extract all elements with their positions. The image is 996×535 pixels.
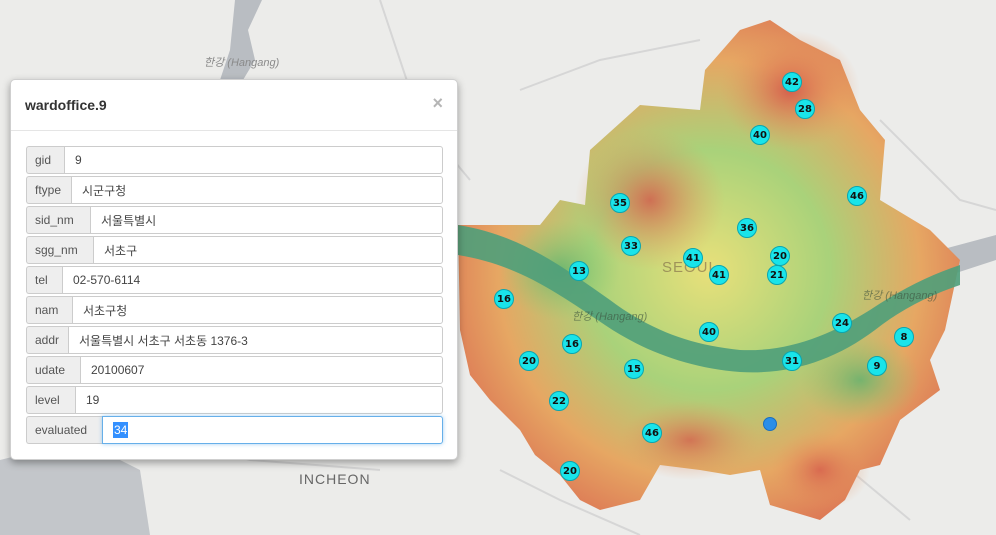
ward-marker[interactable]: 33	[621, 236, 641, 256]
ward-marker[interactable]: 35	[610, 193, 630, 213]
ward-marker[interactable]: 31	[782, 351, 802, 371]
field-value-text: 서울특별시	[101, 213, 157, 228]
mountain-south	[620, 400, 760, 480]
field-value-input[interactable]: 34	[102, 416, 443, 444]
field-value-input[interactable]: 서초구	[93, 236, 443, 264]
popup-header: wardoffice.9 ×	[11, 80, 457, 131]
ward-marker[interactable]: 46	[847, 186, 867, 206]
ward-marker[interactable]: 15	[624, 359, 644, 379]
field-label: nam	[26, 296, 72, 324]
field-value-input[interactable]: 19	[75, 386, 443, 414]
field-row-nam: nam 서초구청	[26, 296, 443, 324]
field-value-text: 서초구청	[83, 303, 128, 318]
river-label-mid: 한강 (Hangang)	[572, 311, 648, 323]
ward-marker[interactable]: 22	[549, 391, 569, 411]
feature-popup: wardoffice.9 × gid 9 ftype 시군구청 sid_nm 서울특별시 s…	[10, 79, 458, 460]
city-label-incheon: INCHEON	[299, 471, 371, 487]
location-marker[interactable]	[763, 417, 777, 431]
ward-marker[interactable]: 28	[795, 99, 815, 119]
field-value-text: 02-570-6114	[73, 273, 141, 287]
field-label: tel	[26, 266, 62, 294]
field-value-text: 서울특별시 서초구 서초동 1376-3	[79, 333, 248, 348]
field-value-input[interactable]: 20100607	[80, 356, 443, 384]
field-value-input[interactable]: 서울특별시	[90, 206, 443, 234]
field-row-sid_nm: sid_nm 서울특별시	[26, 206, 443, 234]
ward-marker[interactable]: 41	[683, 248, 703, 268]
ward-marker[interactable]: 16	[562, 334, 582, 354]
close-icon[interactable]: ×	[432, 93, 443, 114]
field-row-gid: gid 9	[26, 146, 443, 174]
field-value-text: 19	[86, 393, 100, 407]
ward-marker[interactable]: 16	[494, 289, 514, 309]
ward-marker[interactable]: 46	[642, 423, 662, 443]
field-label: ftype	[26, 176, 71, 204]
field-label: sid_nm	[26, 206, 90, 234]
ward-marker[interactable]: 41	[709, 265, 729, 285]
field-value-input[interactable]: 시군구청	[71, 176, 443, 204]
field-value-text: 시군구청	[82, 183, 127, 198]
field-label: level	[26, 386, 75, 414]
river-label-right: 한강 (Hangang)	[862, 290, 938, 302]
field-value-input[interactable]: 서울특별시 서초구 서초동 1376-3	[68, 326, 443, 354]
field-label: gid	[26, 146, 64, 174]
field-value-text: 9	[75, 153, 82, 167]
ward-marker[interactable]: 42	[782, 72, 802, 92]
mountain-southeast	[770, 430, 870, 510]
ward-marker[interactable]: 21	[767, 265, 787, 285]
field-row-addr: addr 서울특별시 서초구 서초동 1376-3	[26, 326, 443, 354]
field-value-input[interactable]: 9	[64, 146, 443, 174]
ward-marker[interactable]: 20	[519, 351, 539, 371]
field-row-evaluated: evaluated 34	[26, 416, 443, 444]
ward-marker[interactable]: 40	[699, 322, 719, 342]
field-row-udate: udate 20100607	[26, 356, 443, 384]
field-value-text: 서초구	[104, 243, 138, 258]
field-label: addr	[26, 326, 68, 354]
field-row-sgg_nm: sgg_nm 서초구	[26, 236, 443, 264]
river-label-top: 한강 (Hangang)	[204, 57, 280, 69]
ward-marker[interactable]: 9	[867, 356, 887, 376]
ward-marker[interactable]: 20	[770, 246, 790, 266]
field-label: evaluated	[26, 416, 102, 444]
field-row-tel: tel 02-570-6114	[26, 266, 443, 294]
ward-marker[interactable]: 13	[569, 261, 589, 281]
field-label: udate	[26, 356, 80, 384]
field-label: sgg_nm	[26, 236, 93, 264]
field-value-input[interactable]: 02-570-6114	[62, 266, 443, 294]
field-row-ftype: ftype 시군구청	[26, 176, 443, 204]
ward-marker[interactable]: 36	[737, 218, 757, 238]
popup-title: wardoffice.9	[25, 97, 107, 113]
ward-marker[interactable]: 40	[750, 125, 770, 145]
field-value-text: 34	[113, 422, 129, 438]
field-row-level: level 19	[26, 386, 443, 414]
field-value-input[interactable]: 서초구청	[72, 296, 443, 324]
ward-marker[interactable]: 20	[560, 461, 580, 481]
ward-marker[interactable]: 8	[894, 327, 914, 347]
ward-marker[interactable]: 24	[832, 313, 852, 333]
field-value-text: 20100607	[91, 363, 145, 377]
